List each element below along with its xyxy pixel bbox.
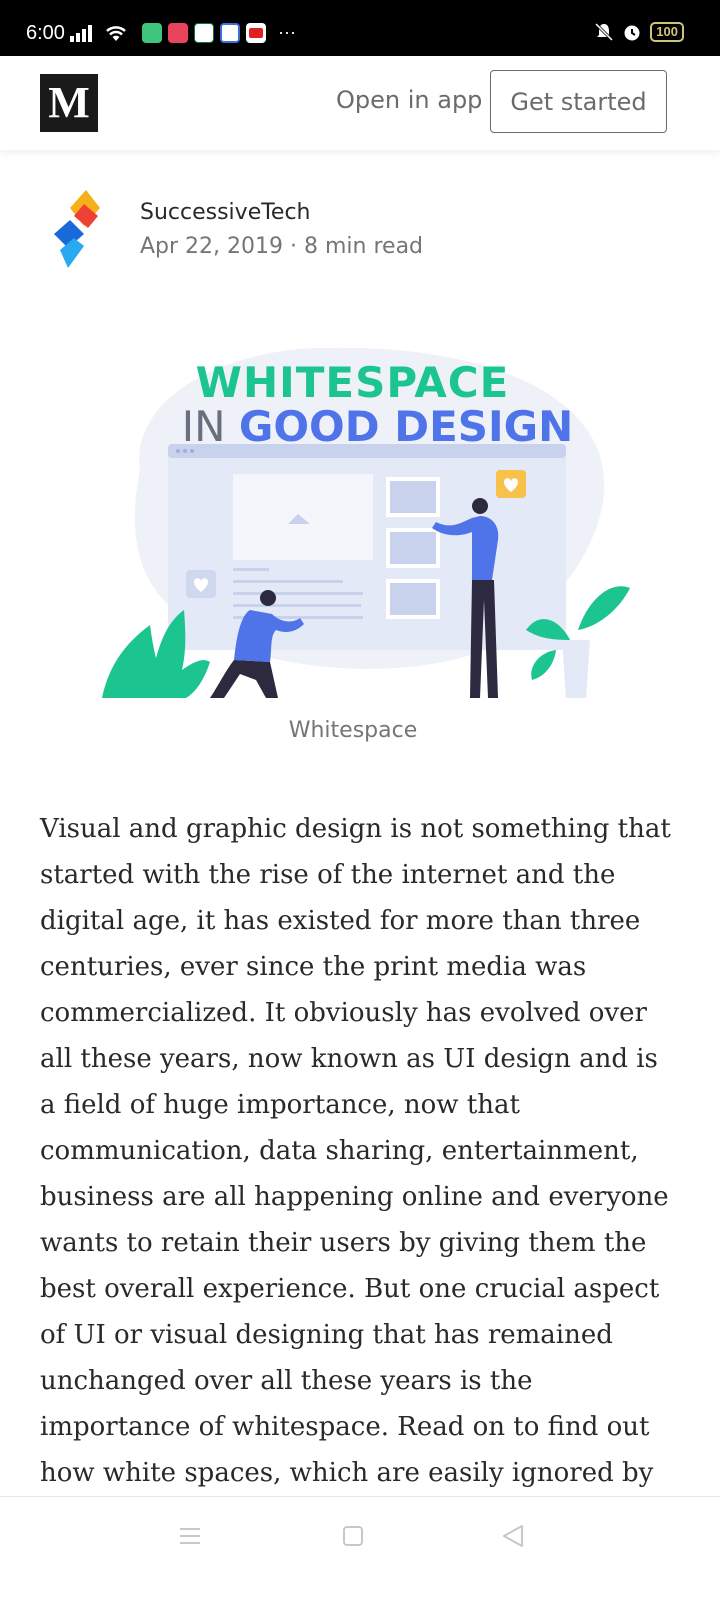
get-started-button[interactable]: Get started [490, 70, 667, 133]
open-in-app-button[interactable]: Open in app [336, 86, 482, 114]
battery-indicator: 100 [650, 22, 684, 42]
article-paragraph: Visual and graphic design is not somethi… [40, 814, 671, 1534]
status-bar: 6:00 ··· 100 [0, 0, 720, 56]
system-nav-bar [0, 1496, 720, 1600]
app-header: M Open in app Get started [0, 56, 720, 150]
wifi-icon [106, 25, 126, 41]
hero-title-in: IN [181, 402, 239, 451]
hero-title-good-design: GOOD DESIGN [238, 402, 574, 451]
status-right-icons: 100 [594, 22, 684, 42]
status-time: 6:00 [26, 22, 65, 44]
home-square-icon[interactable] [338, 1521, 368, 1551]
status-overflow: ··· [278, 22, 296, 42]
youtube-badge-icon [246, 22, 266, 43]
app-badge-white-icon [194, 22, 214, 43]
mute-bell-icon [595, 22, 614, 42]
back-triangle-icon[interactable] [498, 1521, 528, 1551]
hero-image: WHITESPACE IN GOOD DESIGN [100, 340, 640, 705]
hero-title-line2: IN GOOD DESIGN [100, 402, 655, 451]
app-badge-green-icon [142, 22, 162, 43]
signal-icon [70, 24, 92, 42]
post-meta: Apr 22, 2019 · 8 min read [140, 234, 424, 259]
medium-logo[interactable]: M [40, 74, 98, 132]
status-left-icons: ··· [70, 22, 296, 43]
hero-title-line1: WHITESPACE [195, 358, 510, 407]
author-avatar[interactable] [48, 186, 112, 274]
alarm-icon [624, 25, 640, 41]
app-badge-pink-icon [168, 22, 188, 43]
menu-icon[interactable] [175, 1521, 205, 1551]
image-caption: Whitespace [288, 718, 418, 743]
author-name[interactable]: SuccessiveTech [140, 200, 311, 225]
calendar-badge-icon [220, 22, 240, 43]
